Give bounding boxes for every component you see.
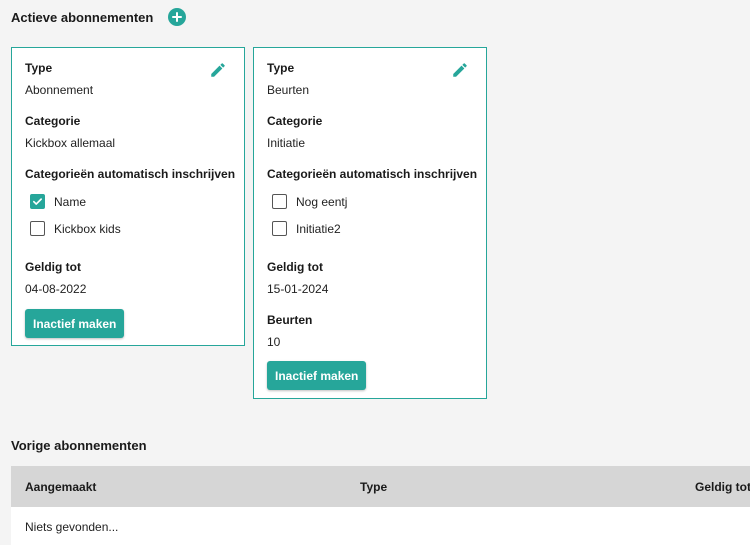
active-subscriptions-title: Actieve abonnementen (11, 10, 154, 25)
auto-enroll-label: Categorieën automatisch inschrijven (267, 167, 478, 181)
category-label: Categorie (25, 114, 81, 128)
previous-subscriptions-title: Vorige abonnementen (11, 438, 147, 453)
turns-value: 10 (267, 335, 281, 349)
deactivate-button[interactable]: Inactief maken (25, 309, 125, 338)
pencil-icon[interactable] (209, 61, 227, 79)
subscription-card: Type Beurten Categorie Initiatie Categor… (253, 47, 487, 399)
type-label: Type (267, 61, 295, 75)
table-row: Niets gevonden... (11, 507, 750, 545)
table-header: Aangemaakt Type Geldig tot (11, 466, 750, 507)
auto-enroll-item[interactable]: Initiatie2 (272, 221, 341, 236)
type-label: Type (25, 61, 53, 75)
auto-enroll-item[interactable]: Name (30, 194, 86, 209)
column-header-created[interactable]: Aangemaakt (25, 480, 96, 494)
empty-state-text: Niets gevonden... (25, 520, 119, 534)
pencil-icon[interactable] (451, 61, 469, 79)
checkbox-unchecked[interactable] (30, 221, 45, 236)
checkbox-unchecked[interactable] (272, 194, 287, 209)
category-value: Initiatie (267, 136, 306, 150)
valid-until-label: Geldig tot (267, 260, 323, 274)
valid-until-label: Geldig tot (25, 260, 81, 274)
checkbox-unchecked[interactable] (272, 221, 287, 236)
subscription-card: Type Abonnement Categorie Kickbox allema… (11, 47, 245, 346)
checkbox-checked[interactable] (30, 194, 45, 209)
category-value: Kickbox allemaal (25, 136, 116, 150)
plus-icon (172, 12, 182, 22)
auto-enroll-label: Categorieën automatisch inschrijven (25, 167, 236, 181)
type-value: Beurten (267, 83, 310, 97)
checkbox-label: Kickbox kids (54, 221, 121, 236)
deactivate-button[interactable]: Inactief maken (267, 361, 367, 390)
type-value: Abonnement (25, 83, 94, 97)
previous-subscriptions-table: Aangemaakt Type Geldig tot Niets gevonde… (11, 466, 750, 545)
valid-until-value: 15-01-2024 (267, 282, 329, 296)
checkbox-label: Nog eentj (296, 194, 348, 209)
category-label: Categorie (267, 114, 323, 128)
turns-label: Beurten (267, 313, 313, 327)
column-header-valid-until[interactable]: Geldig tot (695, 480, 750, 494)
checkbox-label: Name (54, 194, 87, 209)
checkbox-label: Initiatie2 (296, 221, 341, 236)
valid-until-value: 04-08-2022 (25, 282, 87, 296)
add-subscription-button[interactable] (168, 8, 186, 26)
checkmark-icon (33, 198, 42, 205)
column-header-type[interactable]: Type (360, 480, 387, 494)
auto-enroll-item[interactable]: Nog eentj (272, 194, 347, 209)
auto-enroll-item[interactable]: Kickbox kids (30, 221, 121, 236)
